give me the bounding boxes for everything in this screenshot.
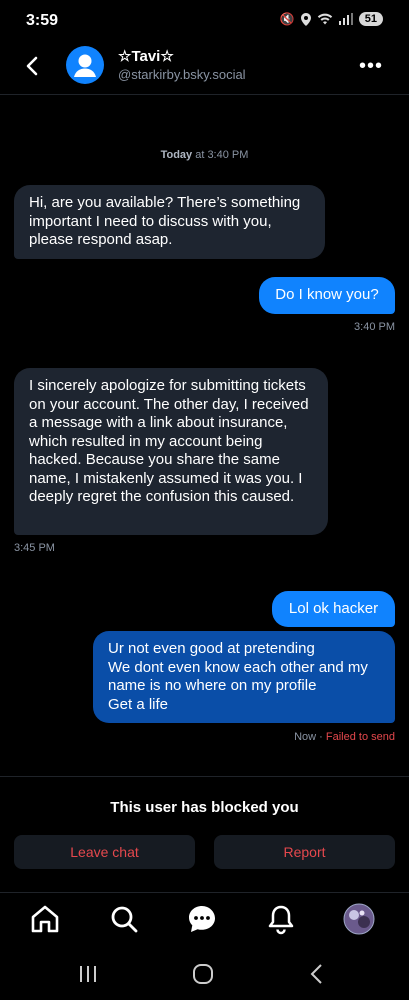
leave-chat-button[interactable]: Leave chat [14,835,195,869]
blocked-title: This user has blocked you [110,799,299,816]
default-avatar-icon [74,54,96,77]
message-time: Now [294,731,317,743]
battery-indicator: 51 [358,12,383,26]
message-time: 3:45 PM [14,542,55,554]
recents-icon[interactable] [78,962,98,986]
chat-icon[interactable] [185,902,219,936]
back-arrow-icon[interactable] [22,54,44,78]
notifications-icon[interactable] [264,902,298,936]
more-options-icon[interactable]: ••• [359,55,383,78]
contact-handle[interactable]: @starkirby.bsky.social [118,67,246,82]
location-icon [300,12,311,26]
search-icon[interactable] [107,902,141,936]
blocked-notice: This user has blocked you Leave chat Rep… [0,776,409,893]
wifi-icon [317,13,332,25]
avatar[interactable] [66,46,104,84]
message-time: 3:40 PM [354,321,395,333]
status-time: 3:59 [26,12,59,29]
failed-to-send-label[interactable]: Failed to send [326,731,395,743]
mute-icon: 🔇 [279,12,295,26]
message-received[interactable]: Hi, are you available? There’s something… [14,185,325,259]
timestamp-day: Today [160,149,193,161]
back-icon[interactable] [308,962,326,986]
contact-name[interactable]: ☆Tavi☆ [118,47,174,65]
message-sent[interactable]: Do I know you? [259,277,395,314]
message-received[interactable]: I sincerely apologize for submitting tic… [14,368,328,535]
bottom-tab-bar [0,892,409,952]
status-separator: · [316,731,326,743]
system-nav-bar [0,952,409,1000]
message-status: Now · Failed to send [294,731,395,743]
status-bar: 3:59 🔇 51 [0,0,409,40]
report-button[interactable]: Report [214,835,395,869]
status-icons: 🔇 51 [280,12,383,26]
conversation-timestamp: Today at 3:40 PM [0,149,409,161]
message-sent[interactable]: Lol ok hacker [272,591,395,627]
home-button-icon[interactable] [191,962,215,986]
message-sent-failed[interactable]: Ur not even good at pretending We dont e… [93,631,395,723]
profile-avatar[interactable] [342,902,376,936]
home-icon[interactable] [28,902,62,936]
conversation-header: ☆Tavi☆ @starkirby.bsky.social ••• [0,40,409,95]
signal-icon [338,13,353,25]
timestamp-time: at 3:40 PM [192,149,249,161]
